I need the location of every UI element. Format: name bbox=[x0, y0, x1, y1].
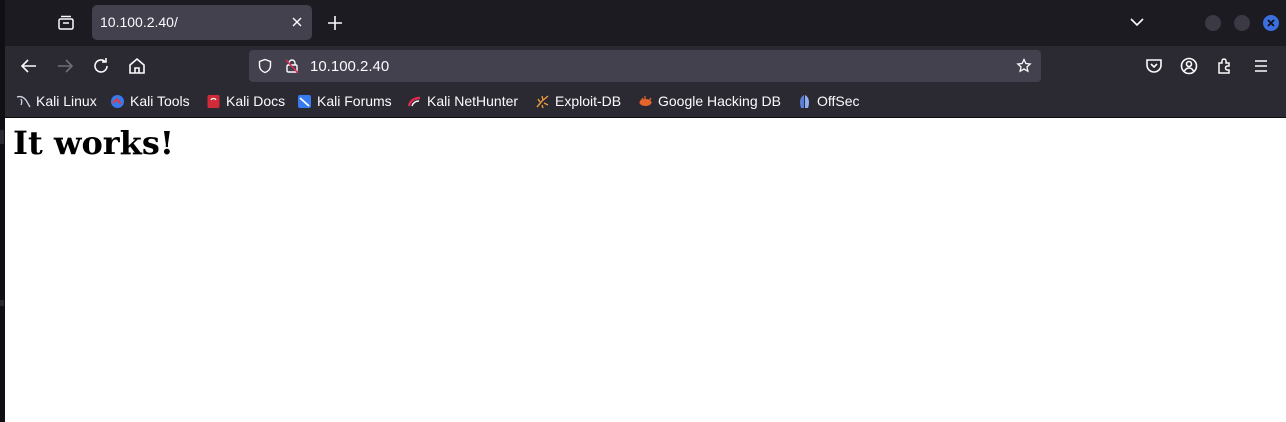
new-tab-icon[interactable] bbox=[324, 12, 346, 34]
kali-forums-icon bbox=[298, 94, 311, 108]
account-icon[interactable] bbox=[1178, 55, 1200, 77]
offsec-icon bbox=[800, 94, 809, 108]
bookmarks-toolbar: Kali Linux Kali Tools Kali Docs Kali For… bbox=[5, 86, 1286, 118]
bookmark-label: Kali Forums bbox=[317, 93, 392, 109]
bookmark-label: Kali Tools bbox=[130, 93, 190, 109]
kali-nethunter-icon bbox=[407, 96, 421, 106]
close-icon bbox=[1267, 19, 1275, 27]
address-bar[interactable]: 10.100.2.40 bbox=[249, 50, 1041, 82]
firefox-view-button[interactable] bbox=[55, 12, 77, 34]
reload-icon[interactable] bbox=[90, 55, 112, 77]
forward-arrow-icon[interactable] bbox=[54, 55, 76, 77]
bookmark-kali-docs[interactable]: Kali Docs bbox=[206, 92, 285, 110]
hamburger-menu-icon[interactable] bbox=[1250, 55, 1272, 77]
bookmark-label: Google Hacking DB bbox=[658, 93, 781, 109]
pocket-icon[interactable] bbox=[1143, 55, 1165, 77]
bookmark-kali-forums[interactable]: Kali Forums bbox=[297, 92, 392, 110]
minimize-window-button[interactable] bbox=[1205, 15, 1221, 31]
bookmark-label: Kali Linux bbox=[36, 93, 97, 109]
extensions-puzzle-icon[interactable] bbox=[1214, 55, 1236, 77]
kali-docs-icon bbox=[207, 94, 220, 108]
insecure-connection-lock-icon[interactable] bbox=[284, 58, 300, 74]
bookmark-offsec[interactable]: OffSec bbox=[797, 92, 860, 110]
edge-artifact bbox=[0, 130, 4, 144]
page-heading: It works! bbox=[13, 124, 174, 162]
kali-tools-icon bbox=[111, 94, 124, 108]
bookmark-label: Exploit-DB bbox=[555, 93, 622, 109]
bookmark-label: Kali Docs bbox=[226, 93, 286, 109]
kali-dragon-icon bbox=[16, 95, 31, 107]
tab-active[interactable]: 10.100.2.40/ bbox=[92, 5, 312, 40]
close-window-button[interactable] bbox=[1263, 15, 1279, 31]
bookmark-kali-nethunter[interactable]: Kali NetHunter bbox=[407, 92, 518, 110]
home-icon[interactable] bbox=[126, 55, 148, 77]
google-hacking-db-icon bbox=[639, 95, 652, 106]
bookmark-google-hacking-db[interactable]: Google Hacking DB bbox=[638, 92, 781, 110]
firefox-view-icon bbox=[58, 15, 74, 30]
tab-strip: 10.100.2.40/ bbox=[5, 0, 1286, 46]
tracking-protection-shield-icon[interactable] bbox=[257, 58, 273, 74]
bookmark-label: OffSec bbox=[817, 93, 860, 109]
url-text[interactable]: 10.100.2.40 bbox=[310, 58, 389, 75]
bookmark-star-icon[interactable] bbox=[1016, 58, 1032, 74]
bookmark-exploit-db[interactable]: Exploit-DB bbox=[535, 92, 621, 110]
exploit-db-icon bbox=[536, 94, 549, 108]
navigation-toolbar: 10.100.2.40 bbox=[5, 46, 1286, 86]
maximize-window-button[interactable] bbox=[1234, 15, 1250, 31]
back-arrow-icon[interactable] bbox=[18, 55, 40, 77]
bookmark-label: Kali NetHunter bbox=[427, 93, 519, 109]
bookmark-kali-tools[interactable]: Kali Tools bbox=[110, 92, 190, 110]
close-tab-icon[interactable] bbox=[290, 15, 304, 29]
list-all-tabs-icon[interactable] bbox=[1127, 12, 1147, 32]
page-content: It works! bbox=[5, 118, 1286, 422]
tab-title: 10.100.2.40/ bbox=[100, 14, 178, 30]
edge-artifact bbox=[0, 300, 4, 306]
bookmark-kali-linux[interactable]: Kali Linux bbox=[16, 92, 97, 110]
